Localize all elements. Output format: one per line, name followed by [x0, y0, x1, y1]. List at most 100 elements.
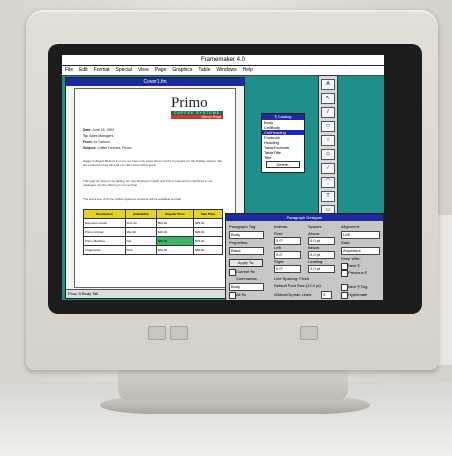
paragraph-catalog[interactable]: ¶ Catalog Body CellBody CellHeading Footnote…: [261, 113, 305, 173]
leading-label: Leading:: [308, 259, 324, 264]
default-font-label: Default Font Size (12.0 pt): [274, 283, 321, 288]
table-cell: First: [124, 245, 157, 255]
tool-button[interactable]: ↖: [321, 93, 335, 104]
document-title: Cover1.fm: [66, 78, 244, 86]
all-label: All ¶s: [236, 292, 246, 297]
hyphenate-label: Hyphenate: [348, 292, 368, 297]
table-cell: Mar 30: [124, 227, 157, 237]
window-title: Framemaker 4.0: [62, 55, 384, 66]
commands-label: Commands:: [236, 276, 258, 281]
right-label: Right:: [274, 259, 285, 264]
table-cell: $89.00: [155, 236, 195, 246]
catalog-item[interactable]: Title: [262, 155, 304, 160]
menu-special[interactable]: Special: [116, 66, 132, 75]
table-cell: $69.00: [155, 245, 195, 255]
body-paragraph: This year we hope to be adding our new E…: [83, 179, 213, 187]
delete-button[interactable]: Delete...: [266, 161, 300, 168]
table-header: Description: [83, 209, 126, 219]
product-table: Description Availability Regular Price Sale…: [83, 209, 223, 255]
apply-button[interactable]: Apply To:: [229, 259, 263, 267]
primo-logo: Primo COFFEE SYSTEMS Silicon Road: [171, 95, 223, 119]
table-cell: First 10: [124, 218, 157, 228]
next-label: Next ¶: [348, 263, 360, 268]
hyphenate-checkbox[interactable]: [341, 292, 348, 299]
leading-field[interactable]: 2.0 pt: [308, 265, 335, 273]
table-cell: $39.00: [155, 227, 195, 237]
menu-windows[interactable]: Windows: [216, 66, 236, 75]
tool-button[interactable]: ⌒: [321, 177, 335, 188]
table-cell: Cappuccino: [83, 245, 126, 255]
table-header: Sale Price: [193, 209, 223, 219]
tools-palette[interactable]: A↖/□○◇∕⌒T▭≡∿Tools: [318, 75, 338, 253]
left-label: Left:: [274, 245, 282, 250]
screen: Framemaker 4.0 File Edit Format Special View…: [62, 55, 384, 300]
menu-help[interactable]: Help: [243, 66, 253, 75]
below-field[interactable]: 0.0 pt: [308, 251, 335, 259]
tool-button[interactable]: /: [321, 107, 335, 118]
document-window[interactable]: Cover1.fm Primo COFFEE SYSTEMS Silicon R…: [65, 77, 246, 299]
table-cell: $79.00: [193, 236, 223, 246]
above-label: Above:: [308, 231, 321, 236]
monitor-neck: [118, 368, 348, 400]
indents-label: Indents:: [274, 224, 289, 229]
table-cell: $59.00: [155, 218, 195, 228]
tool-button[interactable]: A: [321, 79, 335, 90]
first-field[interactable]: 0.0": [274, 237, 301, 245]
tool-button[interactable]: T: [321, 191, 335, 202]
line-spacing-label: Line Spacing: Fixed: [274, 276, 310, 281]
tool-button[interactable]: ∕: [321, 163, 335, 174]
table-cell: $59.00: [193, 245, 223, 255]
below-label: Below:: [308, 245, 321, 250]
table-row: Primo Machine Net $89.00 $79.00: [83, 236, 223, 246]
menu-table[interactable]: Table: [198, 66, 210, 75]
all-checkbox[interactable]: [229, 292, 236, 299]
menu-graphics[interactable]: Graphics: [172, 66, 192, 75]
memo-header: Date: June 15, 1993 To: Sales Managers Fro…: [83, 127, 132, 151]
alignment-field[interactable]: Left: [341, 231, 380, 239]
menu-view[interactable]: View: [138, 66, 149, 75]
tool-button[interactable]: ◇: [321, 149, 335, 160]
start-label: Start:: [341, 240, 351, 245]
widow-field[interactable]: 3: [321, 291, 332, 299]
tool-button[interactable]: ○: [321, 135, 335, 146]
table-cell: Primo Machine: [83, 236, 126, 246]
document-page[interactable]: Primo COFFEE SYSTEMS Silicon Road Date: …: [74, 88, 236, 288]
start-field[interactable]: Anywhere: [341, 247, 380, 255]
right-field[interactable]: 0.0": [274, 265, 301, 273]
menu-file[interactable]: File: [65, 66, 73, 75]
paragraph-designer-title: Paragraph Designer: [226, 214, 383, 221]
left-field[interactable]: 0.0": [274, 251, 301, 259]
table-row: Cappuccino First $69.00 $59.00: [83, 245, 223, 255]
monitor-button: [300, 326, 318, 340]
menu-edit[interactable]: Edit: [79, 66, 88, 75]
current-label: Current ¶s: [236, 269, 255, 274]
menu-format[interactable]: Format: [94, 66, 110, 75]
prev-checkbox[interactable]: [341, 270, 348, 277]
menu-page[interactable]: Page: [155, 66, 167, 75]
above-field[interactable]: 0.0 pt: [308, 237, 335, 245]
next-checkbox[interactable]: [341, 263, 348, 270]
first-label: First:: [274, 231, 283, 236]
table-cell: $49.00: [193, 218, 223, 228]
table-cell: Net: [124, 236, 157, 246]
keep-with-label: Keep With:: [341, 256, 361, 261]
paragraph-tag-field[interactable]: Body: [229, 231, 264, 239]
next-tag-checkbox[interactable]: [341, 284, 348, 291]
properties-field[interactable]: Basic: [229, 247, 264, 255]
table-cell: $29.00: [193, 227, 223, 237]
alignment-label: Alignment:: [341, 224, 360, 229]
body-paragraph: The entire line of Primo Coffee Systems …: [83, 197, 181, 201]
properties-label: Properties:: [229, 240, 249, 245]
spaces-label: Spaces:: [308, 224, 323, 229]
table-row: Primo Grinder Mar 30 $39.00 $29.00: [83, 227, 223, 237]
monitor-button: [170, 326, 188, 340]
body-paragraph: Happy holidays! Believe it or not, we ha…: [83, 159, 223, 167]
tagged-field[interactable]: Body: [229, 283, 264, 291]
widow-label: Widow/Orphan Lines:: [274, 292, 313, 297]
next-tag-label: Next ¶ Tag:: [348, 284, 369, 289]
paragraph-designer[interactable]: Paragraph Designer Paragraph Tag: Body Pro…: [225, 213, 384, 300]
memo-line: Subject: Coffee Devices, Prices: [83, 146, 132, 150]
tool-button[interactable]: □: [321, 121, 335, 132]
table-cell: Primo Grinder: [83, 227, 126, 237]
current-checkbox[interactable]: [229, 269, 236, 276]
